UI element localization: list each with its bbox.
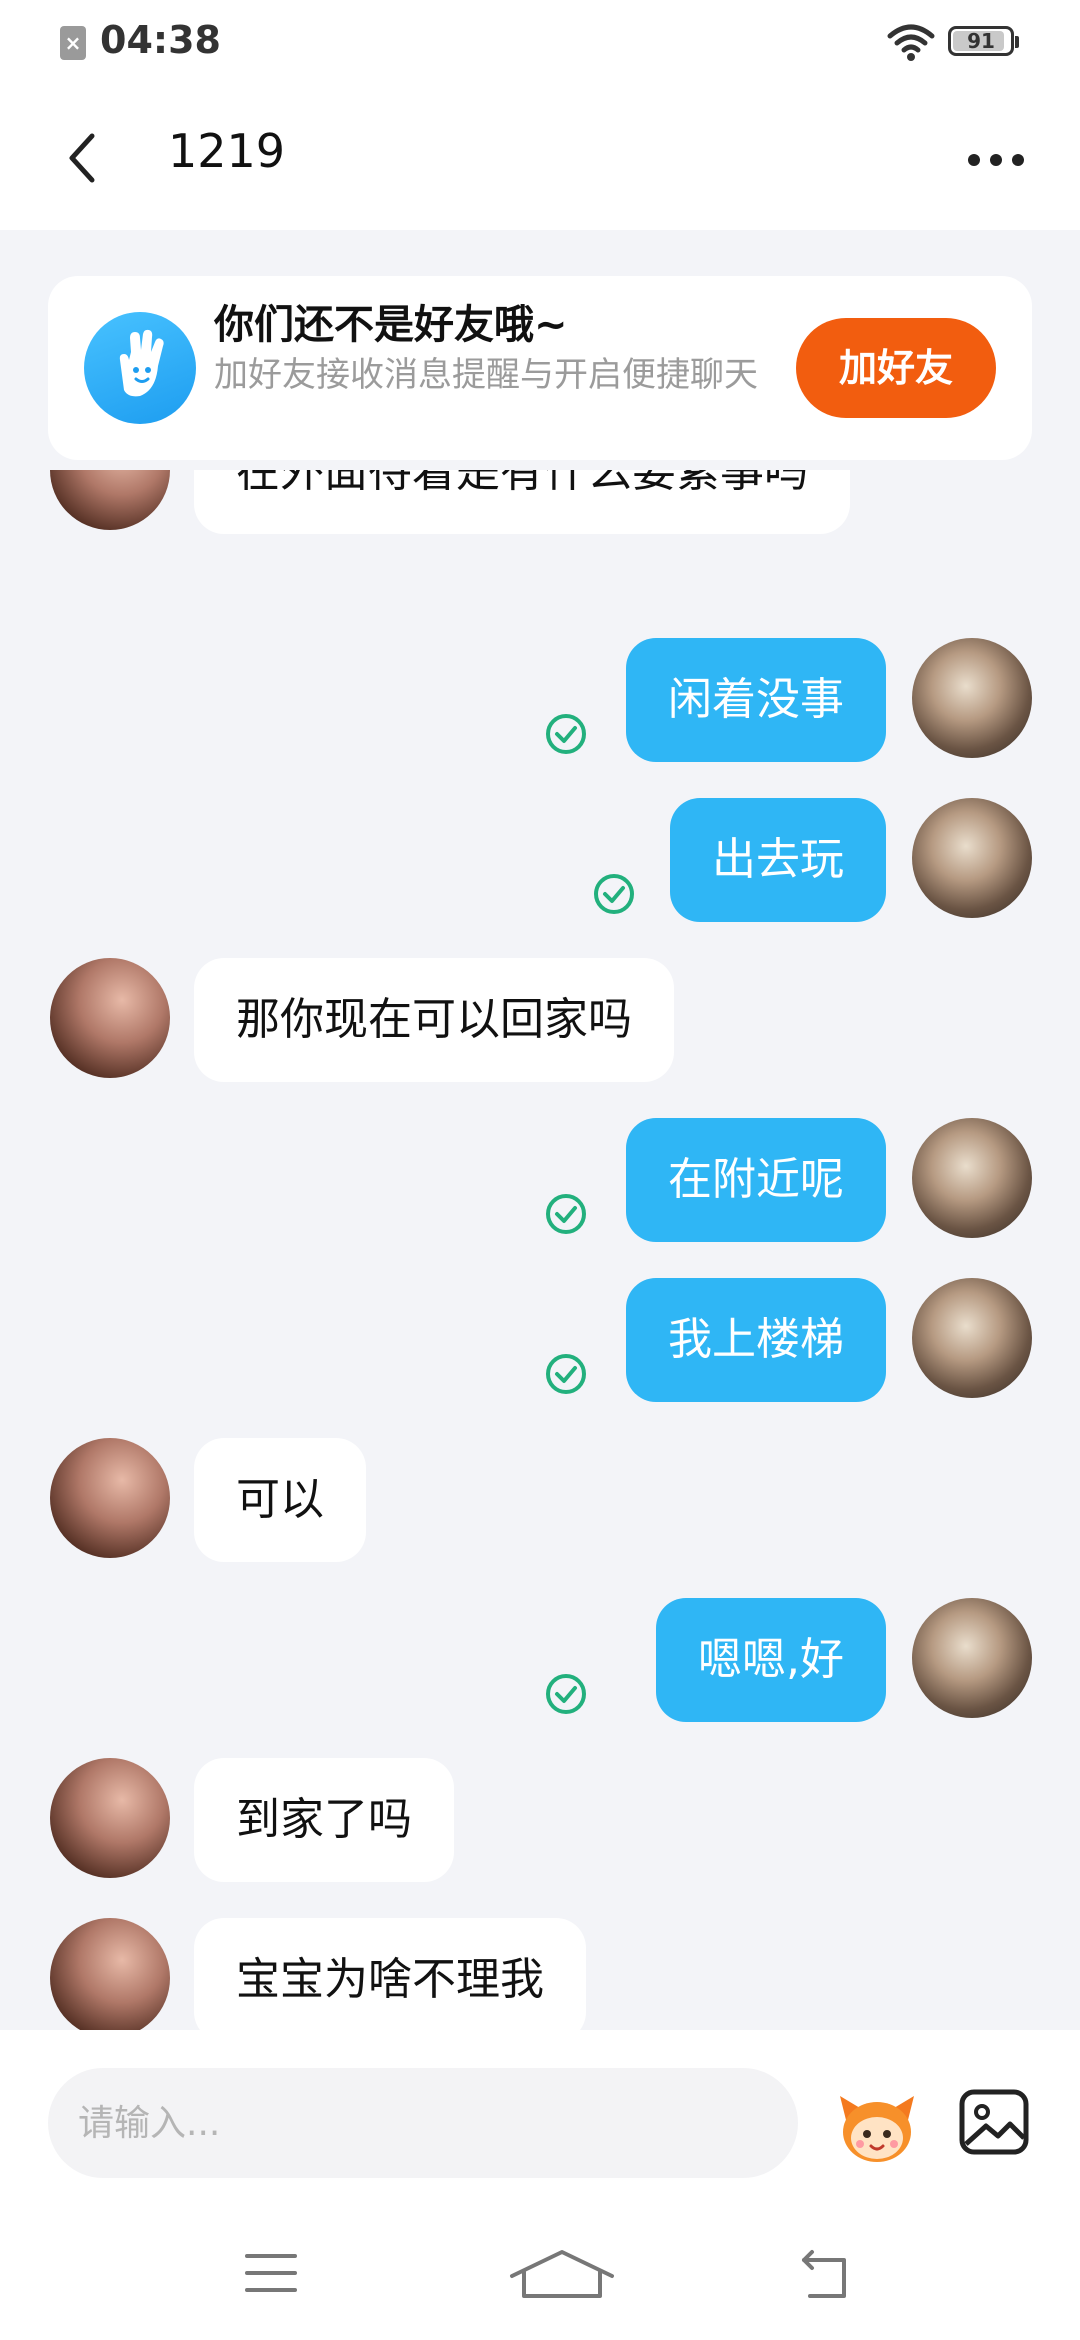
message-row: 嗯嗯,好 (0, 1598, 1080, 1722)
add-friend-button[interactable]: 加好友 (796, 318, 996, 418)
add-friend-banner: 你们还不是好友哦~ 加好友接收消息提醒与开启便捷聊天 加好友 (48, 276, 1032, 460)
read-check-icon (546, 1194, 586, 1234)
message-row: 可以 (0, 1438, 1080, 1562)
contact-avatar[interactable] (50, 1438, 170, 1558)
read-check-icon (546, 1354, 586, 1394)
read-check-icon (594, 874, 634, 914)
message-row: 闲着没事 (0, 638, 1080, 762)
system-nav-bar (0, 2206, 1080, 2340)
read-check-icon (546, 1674, 586, 1714)
contact-avatar[interactable] (50, 470, 170, 530)
chat-header: 1219 (0, 84, 1080, 230)
back-nav-icon[interactable] (796, 2246, 852, 2302)
emoji-icon[interactable] (832, 2086, 922, 2166)
outgoing-message-bubble[interactable]: 闲着没事 (626, 638, 886, 762)
message-row: 在附近呢 (0, 1118, 1080, 1242)
image-icon[interactable] (958, 2086, 1030, 2158)
my-avatar[interactable] (912, 638, 1032, 758)
wifi-icon (887, 24, 935, 61)
contact-avatar[interactable] (50, 1758, 170, 1878)
message-row: 在外面待着是有什么要紧事吗 (0, 470, 1080, 534)
my-avatar[interactable] (912, 798, 1032, 918)
message-input-bar (0, 2030, 1080, 2206)
outgoing-message-bubble[interactable]: 我上楼梯 (626, 1278, 886, 1402)
chat-message-list[interactable]: 在外面待着是有什么要紧事吗 闲着没事 出去玩 那你现在可以回家吗 在附近呢 我上… (0, 470, 1080, 2030)
contact-avatar[interactable] (50, 1918, 170, 2030)
no-sim-icon: × (60, 26, 86, 60)
incoming-message-bubble[interactable]: 宝宝为啥不理我 (194, 1918, 586, 2030)
incoming-message-bubble[interactable]: 可以 (194, 1438, 366, 1562)
back-icon[interactable] (60, 126, 106, 190)
incoming-message-bubble[interactable]: 到家了吗 (194, 1758, 454, 1882)
message-row: 我上楼梯 (0, 1278, 1080, 1402)
incoming-message-bubble[interactable]: 在外面待着是有什么要紧事吗 (194, 470, 850, 534)
message-row: 那你现在可以回家吗 (0, 958, 1080, 1082)
more-icon[interactable] (964, 140, 1028, 180)
message-row: 宝宝为啥不理我 (0, 1918, 1080, 2030)
read-check-icon (546, 714, 586, 754)
my-avatar[interactable] (912, 1598, 1032, 1718)
battery-level: 91 (967, 29, 995, 53)
banner-title: 你们还不是好友哦~ (214, 302, 568, 348)
page-title: 1219 (168, 124, 286, 178)
banner-subtitle: 加好友接收消息提醒与开启便捷聊天 (214, 355, 758, 395)
status-time: 04:38 (100, 18, 221, 62)
my-avatar[interactable] (912, 1118, 1032, 1238)
battery-indicator: 91 (948, 26, 1019, 56)
contact-avatar[interactable] (50, 958, 170, 1078)
home-icon[interactable] (506, 2246, 618, 2302)
message-row: 到家了吗 (0, 1758, 1080, 1882)
menu-icon[interactable] (244, 2250, 298, 2296)
my-avatar[interactable] (912, 1278, 1032, 1398)
message-row: 出去玩 (0, 798, 1080, 922)
outgoing-message-bubble[interactable]: 嗯嗯,好 (656, 1598, 886, 1722)
status-bar: × 04:38 91 (0, 0, 1080, 84)
hand-logo-icon (84, 312, 196, 424)
message-input[interactable] (48, 2068, 798, 2178)
outgoing-message-bubble[interactable]: 出去玩 (670, 798, 886, 922)
outgoing-message-bubble[interactable]: 在附近呢 (626, 1118, 886, 1242)
incoming-message-bubble[interactable]: 那你现在可以回家吗 (194, 958, 674, 1082)
